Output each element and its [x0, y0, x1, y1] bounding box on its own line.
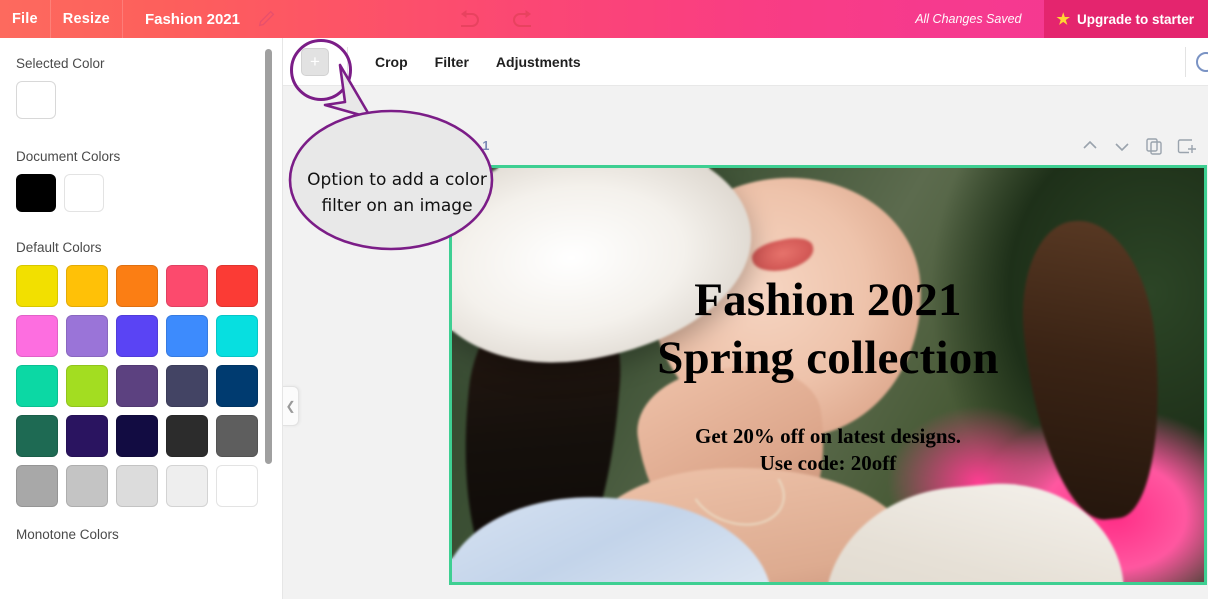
default-color-swatch[interactable]	[116, 465, 158, 507]
menu-resize[interactable]: Resize	[51, 0, 122, 38]
chevron-up-icon[interactable]	[1080, 136, 1100, 156]
selected-color-swatch[interactable]	[16, 81, 56, 119]
editor-main: + Crop Filter Adjustments Slide 1 Fashio…	[283, 38, 1208, 599]
tab-filter[interactable]: Filter	[435, 54, 469, 70]
undo-icon[interactable]	[456, 8, 482, 30]
default-color-swatch[interactable]	[166, 315, 208, 357]
menu-divider-2	[121, 0, 123, 38]
panel-collapse-handle[interactable]: ❮	[283, 386, 299, 426]
default-color-swatch[interactable]	[216, 265, 258, 307]
default-color-swatch[interactable]	[66, 465, 108, 507]
duplicate-slide-icon[interactable]	[1144, 136, 1164, 156]
default-color-swatch[interactable]	[16, 465, 58, 507]
toolbar-divider	[347, 46, 348, 77]
slide-actions	[1080, 132, 1196, 160]
chevron-down-icon[interactable]	[1112, 136, 1132, 156]
document-colors-row	[16, 174, 282, 212]
default-color-swatch[interactable]	[66, 315, 108, 357]
default-color-swatch[interactable]	[166, 465, 208, 507]
help-circle-icon[interactable]	[1196, 52, 1208, 72]
upgrade-label: Upgrade to starter	[1076, 11, 1194, 27]
default-color-swatch[interactable]	[116, 265, 158, 307]
default-color-swatch[interactable]	[66, 415, 108, 457]
star-icon: ★	[1056, 10, 1070, 28]
section-title-default-colors: Default Colors	[16, 240, 102, 255]
slide-label[interactable]: Slide 1	[449, 139, 489, 153]
add-color-filter-button[interactable]: +	[301, 47, 329, 76]
menu-file[interactable]: File	[0, 0, 50, 38]
default-color-swatch[interactable]	[166, 415, 208, 457]
top-menu-bar: File Resize Fashion 2021 All Changes Sav…	[0, 0, 1208, 38]
pencil-icon[interactable]	[256, 8, 278, 30]
editor-toolbar: + Crop Filter Adjustments	[283, 38, 1208, 86]
section-title-document-colors: Document Colors	[16, 149, 121, 164]
default-color-swatch[interactable]	[116, 315, 158, 357]
save-status: All Changes Saved	[915, 12, 1022, 26]
default-color-swatch[interactable]	[216, 315, 258, 357]
chevron-left-icon: ❮	[285, 399, 296, 413]
toolbar-divider-right	[1185, 47, 1186, 77]
section-title-selected-color: Selected Color	[16, 56, 105, 71]
section-title-monotone-colors: Monotone Colors	[16, 527, 119, 542]
slide-canvas[interactable]: Fashion 2021 Spring collection Get 20% o…	[449, 165, 1207, 585]
document-color-swatch[interactable]	[64, 174, 104, 212]
slide-header: Slide 1	[283, 132, 1208, 160]
color-sidebar: Selected Color Document Colors Default C…	[0, 38, 283, 599]
default-colors-grid	[16, 265, 282, 507]
redo-icon[interactable]	[510, 8, 536, 30]
default-color-swatch[interactable]	[166, 265, 208, 307]
document-color-swatch[interactable]	[16, 174, 56, 212]
default-color-swatch[interactable]	[116, 415, 158, 457]
tab-adjustments[interactable]: Adjustments	[496, 54, 581, 70]
add-slide-icon[interactable]	[1176, 136, 1196, 156]
upgrade-button[interactable]: ★ Upgrade to starter	[1043, 0, 1208, 38]
default-color-swatch[interactable]	[116, 365, 158, 407]
document-title[interactable]: Fashion 2021	[145, 11, 240, 28]
default-color-swatch[interactable]	[216, 365, 258, 407]
default-color-swatch[interactable]	[16, 315, 58, 357]
tab-crop[interactable]: Crop	[375, 54, 408, 70]
sidebar-scrollbar[interactable]	[265, 49, 272, 464]
default-color-swatch[interactable]	[16, 365, 58, 407]
default-color-swatch[interactable]	[16, 265, 58, 307]
slide-background-photo	[452, 168, 1204, 582]
default-color-swatch[interactable]	[216, 465, 258, 507]
default-color-swatch[interactable]	[216, 415, 258, 457]
default-color-swatch[interactable]	[166, 365, 208, 407]
canvas-area: Slide 1 Fashion 2021 Spring collection G…	[283, 86, 1208, 599]
default-color-swatch[interactable]	[66, 265, 108, 307]
default-color-swatch[interactable]	[16, 415, 58, 457]
history-controls	[456, 8, 536, 30]
default-color-swatch[interactable]	[66, 365, 108, 407]
